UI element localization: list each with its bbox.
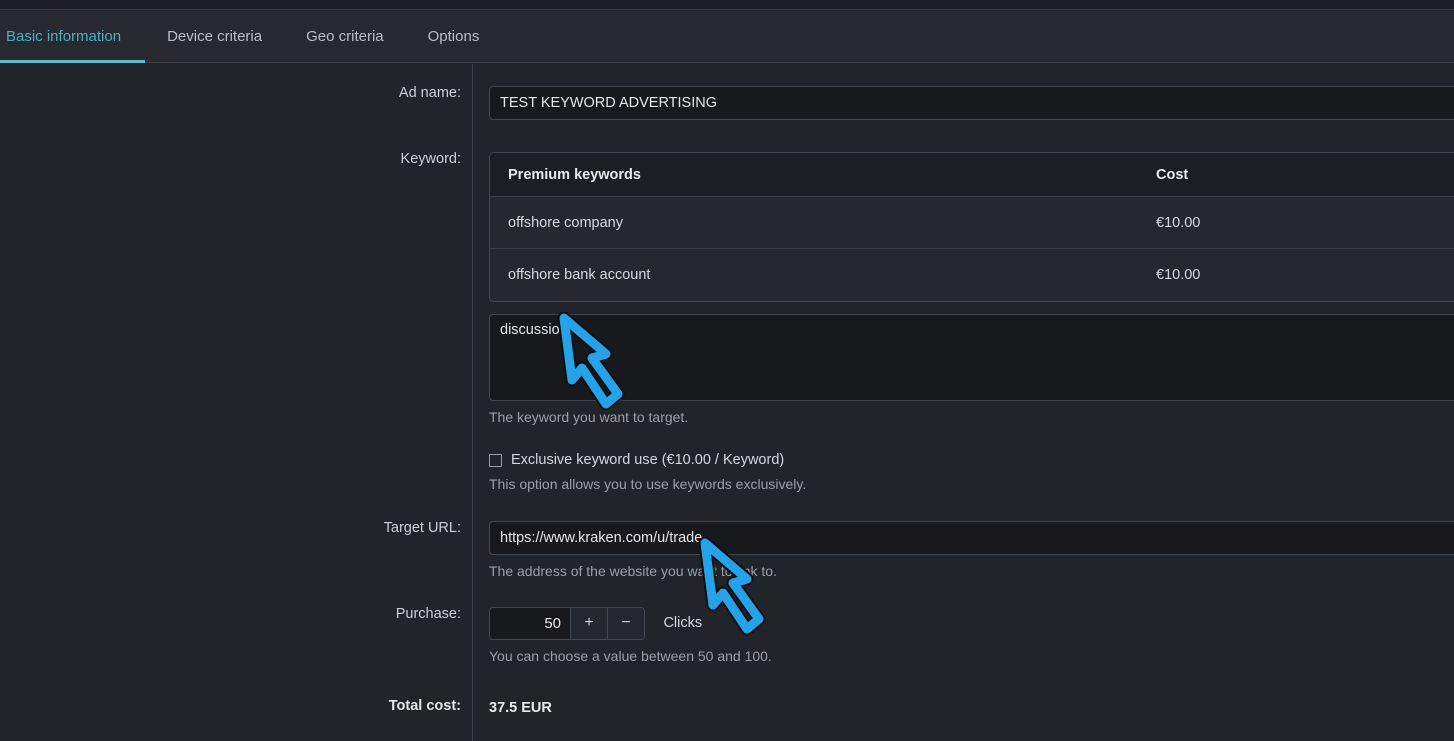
cell-keyword: offshore bank account [508, 267, 651, 283]
purchase-label: Purchase: [395, 605, 461, 622]
exclusive-keyword-hint: This option allows you to use keywords e… [489, 475, 807, 492]
form-row-keyword: Keyword: Premium keywords Cost offshore … [0, 152, 1454, 491]
table-row[interactable]: offshore company €10.00 [490, 197, 1454, 249]
tab-options[interactable]: Options [406, 11, 502, 63]
tab-bar: Basic information Device criteria Geo cr… [0, 11, 1454, 63]
exclusive-keyword-checkbox[interactable] [489, 453, 502, 467]
premium-keywords-table: Premium keywords Cost offshore company €… [489, 152, 1454, 302]
tab-label: Basic information [6, 28, 122, 45]
form-row-total-cost: Total cost: 37.5 EUR [0, 697, 1454, 717]
tab-basic-information[interactable]: Basic information [0, 11, 146, 63]
exclusive-keyword-label: Exclusive keyword use (€10.00 / Keyword) [511, 452, 785, 468]
cell-cost: €10.00 [1156, 214, 1201, 231]
column-header-keyword: Premium keywords [508, 166, 641, 183]
total-cost-label: Total cost: [388, 697, 461, 714]
keyword-label: Keyword: [400, 151, 461, 167]
target-url-hint: The address of the website you want to l… [489, 562, 777, 579]
form-row-target-url: Target URL: The address of the website y… [0, 519, 1454, 579]
target-url-input[interactable] [489, 520, 1454, 555]
exclusive-keyword-row[interactable]: Exclusive keyword use (€10.00 / Keyword) [489, 453, 1454, 468]
keyword-hint: The keyword you want to target. [489, 409, 689, 425]
form-content-area: Ad name: Keyword: Premium keywords Cost … [0, 64, 1454, 741]
form-row-purchase: Purchase: + − Clicks You can choose a va… [0, 605, 1454, 664]
column-header-cost: Cost [1156, 166, 1189, 183]
target-url-label: Target URL: [383, 519, 461, 536]
purchase-decrement-button[interactable]: − [607, 607, 644, 639]
keyword-textarea[interactable] [489, 314, 1454, 401]
purchase-hint: You can choose a value between 50 and 10… [489, 647, 772, 664]
form-row-ad-name: Ad name: [0, 86, 1454, 120]
tab-label: Device criteria [167, 28, 263, 45]
cell-keyword: offshore company [508, 214, 623, 231]
purchase-increment-button[interactable]: + [570, 607, 607, 639]
window-top-strip [0, 0, 1454, 10]
table-header-row: Premium keywords Cost [490, 153, 1454, 197]
app-viewport: Basic information Device criteria Geo cr… [0, 0, 1454, 741]
purchase-units-label: Clicks [663, 615, 703, 631]
ad-name-input[interactable] [489, 86, 1454, 120]
tab-label: Options [427, 28, 480, 45]
ad-name-label: Ad name: [398, 85, 461, 101]
purchase-quantity-input[interactable] [490, 607, 570, 639]
tab-device-criteria[interactable]: Device criteria [145, 11, 284, 63]
tab-geo-criteria[interactable]: Geo criteria [284, 11, 406, 63]
cell-cost: €10.00 [1156, 267, 1201, 283]
tab-label: Geo criteria [306, 28, 384, 45]
table-row[interactable]: offshore bank account €10.00 [490, 249, 1454, 301]
total-cost-value: 37.5 EUR [489, 699, 552, 716]
purchase-quantity-stepper: + − [489, 606, 645, 640]
